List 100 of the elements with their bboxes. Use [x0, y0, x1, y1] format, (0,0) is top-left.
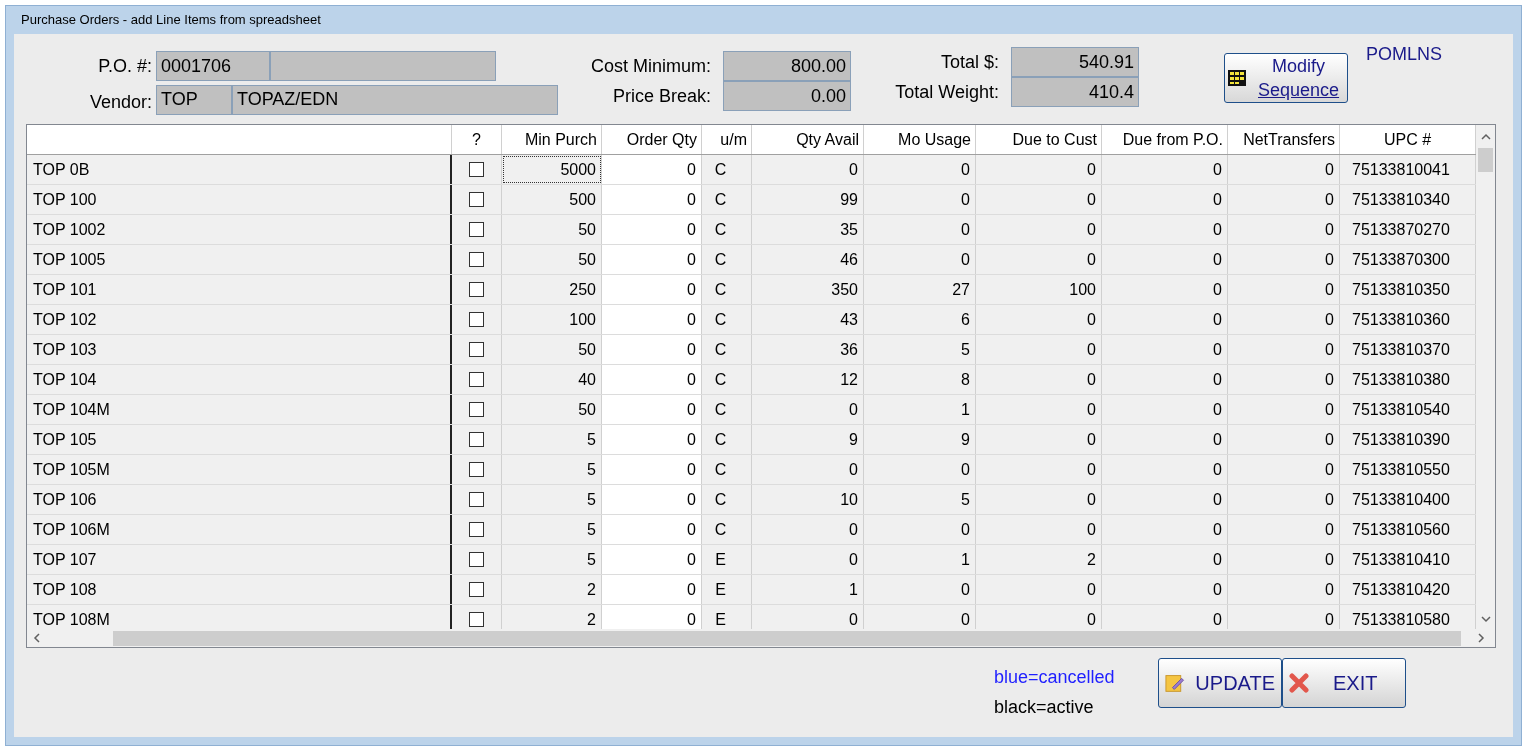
table-cell: 0 [1228, 275, 1340, 304]
table-cell: 0 [864, 185, 976, 214]
column-header: ? [472, 129, 481, 150]
table-cell: 0 [602, 335, 702, 364]
checkbox[interactable] [469, 582, 484, 597]
checkbox[interactable] [469, 192, 484, 207]
table-cell: 0 [602, 215, 702, 244]
column-header: UPC # [1383, 129, 1432, 150]
table-cell: 0 [1102, 455, 1228, 484]
table-cell: 8 [864, 365, 976, 394]
table-cell: TOP 103 [27, 335, 452, 364]
table-cell: TOP 100 [27, 185, 452, 214]
table-cell: TOP 105 [27, 425, 452, 454]
table-cell: 0 [1102, 395, 1228, 424]
table-cell: 0 [976, 455, 1102, 484]
table-cell: 0 [976, 365, 1102, 394]
table-cell: 0 [976, 215, 1102, 244]
table-cell: 0 [752, 455, 864, 484]
table-cell: 0 [864, 575, 976, 604]
table-cell: 35 [752, 215, 864, 244]
scroll-right-icon[interactable] [1477, 633, 1485, 643]
table-cell: 99 [752, 185, 864, 214]
close-icon [1289, 673, 1309, 693]
scroll-thumb[interactable] [113, 630, 1461, 646]
table-cell: E [702, 545, 752, 574]
checkbox[interactable] [469, 522, 484, 537]
table-cell: 0 [976, 155, 1102, 184]
table-cell: 5 [864, 485, 976, 514]
table-cell: 0 [602, 305, 702, 334]
table-cell: TOP 106 [27, 485, 452, 514]
table-cell: 0 [752, 515, 864, 544]
table-cell: 9 [752, 425, 864, 454]
table-cell: 0 [602, 605, 702, 629]
update-button[interactable]: UPDATE [1158, 658, 1282, 708]
table-cell: C [702, 185, 752, 214]
table-cell: 0 [1102, 245, 1228, 274]
checkbox[interactable] [469, 612, 484, 627]
table-cell: 0 [1102, 365, 1228, 394]
legend-text: blue=cancelled [993, 666, 1116, 689]
table-cell: 0 [1102, 155, 1228, 184]
checkbox[interactable] [469, 372, 484, 387]
checkbox[interactable] [469, 552, 484, 567]
table-cell: 0 [602, 545, 702, 574]
table-cell: C [702, 305, 752, 334]
column-header: Min Purch [524, 129, 597, 150]
table-cell: 27 [864, 275, 976, 304]
table-cell: 0 [1102, 515, 1228, 544]
table-cell: TOP 106M [27, 515, 452, 544]
scroll-thumb[interactable] [1478, 148, 1493, 172]
checkbox[interactable] [469, 492, 484, 507]
table-cell: 0 [1228, 335, 1340, 364]
table-cell: 0 [1228, 365, 1340, 394]
column-header: Due to Cust [1012, 129, 1097, 150]
table-cell: 0 [976, 305, 1102, 334]
table-cell: 36 [752, 335, 864, 364]
checkbox[interactable] [469, 402, 484, 417]
checkbox[interactable] [469, 282, 484, 297]
table-cell: TOP 1002 [27, 215, 452, 244]
table-cell: 0 [602, 365, 702, 394]
column-header: Order Qty [626, 129, 697, 150]
table-cell: 0 [1102, 305, 1228, 334]
checkbox[interactable] [469, 342, 484, 357]
window-title: Purchase Orders - add Line Items from spreadsheet [20, 11, 322, 30]
table-cell: C [702, 155, 752, 184]
checkbox[interactable] [469, 162, 484, 177]
checkbox[interactable] [469, 432, 484, 447]
column-header: Mo Usage [898, 129, 971, 150]
table-cell: 0 [602, 395, 702, 424]
checkbox[interactable] [469, 462, 484, 477]
table-cell: 0 [1228, 245, 1340, 274]
checkbox[interactable] [469, 312, 484, 327]
table-cell: C [702, 275, 752, 304]
table-cell: 0 [976, 245, 1102, 274]
exit-button[interactable]: EXIT [1282, 658, 1406, 708]
scroll-left-icon[interactable] [33, 633, 41, 643]
table-cell: 0 [1102, 335, 1228, 364]
table-cell: 0 [976, 185, 1102, 214]
scroll-down-icon[interactable] [1480, 615, 1491, 623]
table-cell: 0 [864, 245, 976, 274]
table-cell: 0 [864, 155, 976, 184]
table-cell: TOP 108 [27, 575, 452, 604]
table-cell: 0 [1228, 515, 1340, 544]
table-cell: 0 [864, 515, 976, 544]
table-cell: 0 [1228, 545, 1340, 574]
table-cell: 0 [752, 155, 864, 184]
table-cell: 0 [602, 425, 702, 454]
price-break-field: 0.00 [723, 81, 851, 111]
checkbox[interactable] [469, 222, 484, 237]
vendor-code-field: TOP [156, 84, 232, 115]
column-header: Due from P.O. [1122, 129, 1223, 150]
scroll-up-icon[interactable] [1480, 133, 1491, 141]
cost-minimum-label: Cost Minimum: [590, 54, 712, 78]
modify-sequence-button[interactable]: Modify Sequence [1224, 53, 1348, 103]
table-cell: 1 [752, 575, 864, 604]
grid-icon [1228, 70, 1246, 86]
table-cell: TOP 1005 [27, 245, 452, 274]
table-cell: 0 [1228, 485, 1340, 514]
checkbox[interactable] [469, 252, 484, 267]
table-cell: TOP 101 [27, 275, 452, 304]
vendor-label: Vendor: [88, 91, 153, 114]
